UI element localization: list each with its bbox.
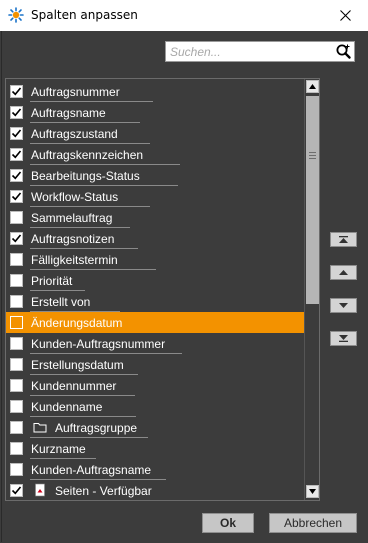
- list-item[interactable]: Sammelauftrag: [6, 207, 304, 228]
- list-item[interactable]: Kunden-Auftragsname: [6, 459, 304, 480]
- search-input[interactable]: [170, 43, 330, 60]
- move-down-button[interactable]: [330, 298, 357, 313]
- scroll-grip-line: [309, 152, 316, 153]
- checkmark-icon: [11, 192, 22, 201]
- column-checkbox[interactable]: [10, 463, 23, 476]
- checkmark-icon: [11, 486, 22, 495]
- search-box: [165, 41, 355, 62]
- checkmark-icon: [11, 108, 22, 117]
- list-item[interactable]: Änderungsdatum: [6, 312, 304, 333]
- list-item[interactable]: Fälligkeitstermin: [6, 249, 304, 270]
- list-item-label: Kundennummer: [31, 379, 117, 393]
- list-item[interactable]: Kunden-Auftragsnummer: [6, 333, 304, 354]
- column-checkbox[interactable]: [10, 358, 23, 371]
- list-item[interactable]: Bearbeitungs-Status: [6, 165, 304, 186]
- column-checkbox[interactable]: [10, 379, 23, 392]
- list-item-label: Kundenname: [31, 400, 103, 414]
- window-title: Spalten anpassen: [31, 8, 138, 22]
- move-up-icon: [339, 270, 348, 275]
- list-item-label: Auftragsgruppe: [55, 421, 138, 435]
- column-checkbox[interactable]: [10, 148, 23, 161]
- checkmark-icon: [11, 129, 22, 138]
- list-item[interactable]: Auftragsnotizen: [6, 228, 304, 249]
- list-item[interactable]: Kundenname: [6, 396, 304, 417]
- column-checkbox[interactable]: [10, 127, 23, 140]
- move-down-icon: [339, 303, 348, 308]
- list-item-label: Auftragszustand: [31, 127, 118, 141]
- list-item[interactable]: Kurzname: [6, 438, 304, 459]
- list-item[interactable]: Auftragsgruppe: [6, 417, 304, 438]
- list-item[interactable]: Auftragskennzeichen: [6, 144, 304, 165]
- vertical-scrollbar[interactable]: [304, 79, 319, 500]
- list-item-label: Kunden-Auftragsname: [31, 463, 152, 477]
- page-icon: [35, 483, 45, 497]
- list-item[interactable]: Auftragszustand: [6, 123, 304, 144]
- list-item-label: Erstellt von: [31, 295, 91, 309]
- column-checkbox[interactable]: [10, 85, 23, 98]
- list-item[interactable]: Erstellungsdatum: [6, 354, 304, 375]
- list-item-label: Änderungsdatum: [31, 316, 123, 330]
- checkmark-icon: [11, 150, 22, 159]
- column-checkbox[interactable]: [10, 253, 23, 266]
- list-item-label: Sammelauftrag: [31, 211, 113, 225]
- list-item-label: Seiten - Verfügbar: [55, 484, 152, 498]
- list-item[interactable]: Workflow-Status: [6, 186, 304, 207]
- list-item-label: Workflow-Status: [31, 190, 119, 204]
- scroll-grip-line: [309, 155, 316, 156]
- list-item-label: Kurzname: [31, 442, 86, 456]
- column-checkbox[interactable]: [10, 442, 23, 455]
- scroll-up-button[interactable]: [306, 80, 319, 93]
- column-checkbox[interactable]: [10, 484, 23, 497]
- list-item[interactable]: Seiten - Verfügbar: [6, 480, 304, 501]
- column-checkbox[interactable]: [10, 211, 23, 224]
- column-list[interactable]: Auftragsnummer Auftragsname Auftragszustan…: [5, 78, 320, 501]
- folder-icon: [33, 423, 47, 433]
- cancel-button[interactable]: Abbrechen: [269, 513, 357, 533]
- search-icon[interactable]: [335, 43, 352, 60]
- list-item-label: Auftragsnotizen: [31, 232, 115, 246]
- list-item[interactable]: Auftragsname: [6, 102, 304, 123]
- list-item-label: Priorität: [31, 274, 73, 288]
- list-item-label: Bearbeitungs-Status: [31, 169, 140, 183]
- move-bottom-icon: [339, 335, 348, 342]
- column-checkbox[interactable]: [10, 190, 23, 203]
- column-checkbox[interactable]: [10, 274, 23, 287]
- close-icon: [339, 10, 351, 21]
- move-to-bottom-button[interactable]: [330, 331, 357, 346]
- scroll-down-arrow-icon: [309, 489, 316, 494]
- scroll-thumb[interactable]: [306, 96, 319, 304]
- list-item[interactable]: Kundennummer: [6, 375, 304, 396]
- close-button[interactable]: [322, 0, 368, 31]
- list-item-label: Auftragsnummer: [31, 85, 120, 99]
- column-checkbox[interactable]: [10, 316, 23, 329]
- column-checkbox[interactable]: [10, 106, 23, 119]
- checkmark-icon: [11, 234, 22, 243]
- list-item-label: Auftragskennzeichen: [31, 148, 144, 162]
- list-item[interactable]: Auftragsnummer: [6, 81, 304, 102]
- list-item[interactable]: Erstellt von: [6, 291, 304, 312]
- scroll-up-arrow-icon: [309, 84, 316, 89]
- title-bar: Spalten anpassen: [0, 0, 368, 31]
- scroll-down-button[interactable]: [306, 485, 319, 498]
- list-item-label: Auftragsname: [31, 106, 106, 120]
- ok-button[interactable]: Ok: [202, 513, 254, 533]
- scroll-grip-line: [309, 158, 316, 159]
- row-separator: [30, 500, 162, 501]
- move-top-icon: [339, 236, 348, 243]
- list-item-label: Kunden-Auftragsnummer: [31, 337, 166, 351]
- list-item-label: Erstellungsdatum: [31, 358, 124, 372]
- list-item-label: Fälligkeitstermin: [31, 253, 118, 267]
- list-item[interactable]: Priorität: [6, 270, 304, 291]
- column-checkbox[interactable]: [10, 400, 23, 413]
- move-up-button[interactable]: [330, 265, 357, 280]
- column-checkbox[interactable]: [10, 337, 23, 350]
- checkmark-icon: [11, 87, 22, 96]
- column-checkbox[interactable]: [10, 169, 23, 182]
- column-checkbox[interactable]: [10, 421, 23, 434]
- column-checkbox[interactable]: [10, 295, 23, 308]
- checkmark-icon: [11, 171, 22, 180]
- move-to-top-button[interactable]: [330, 232, 357, 247]
- column-checkbox[interactable]: [10, 232, 23, 245]
- app-icon: [8, 7, 24, 23]
